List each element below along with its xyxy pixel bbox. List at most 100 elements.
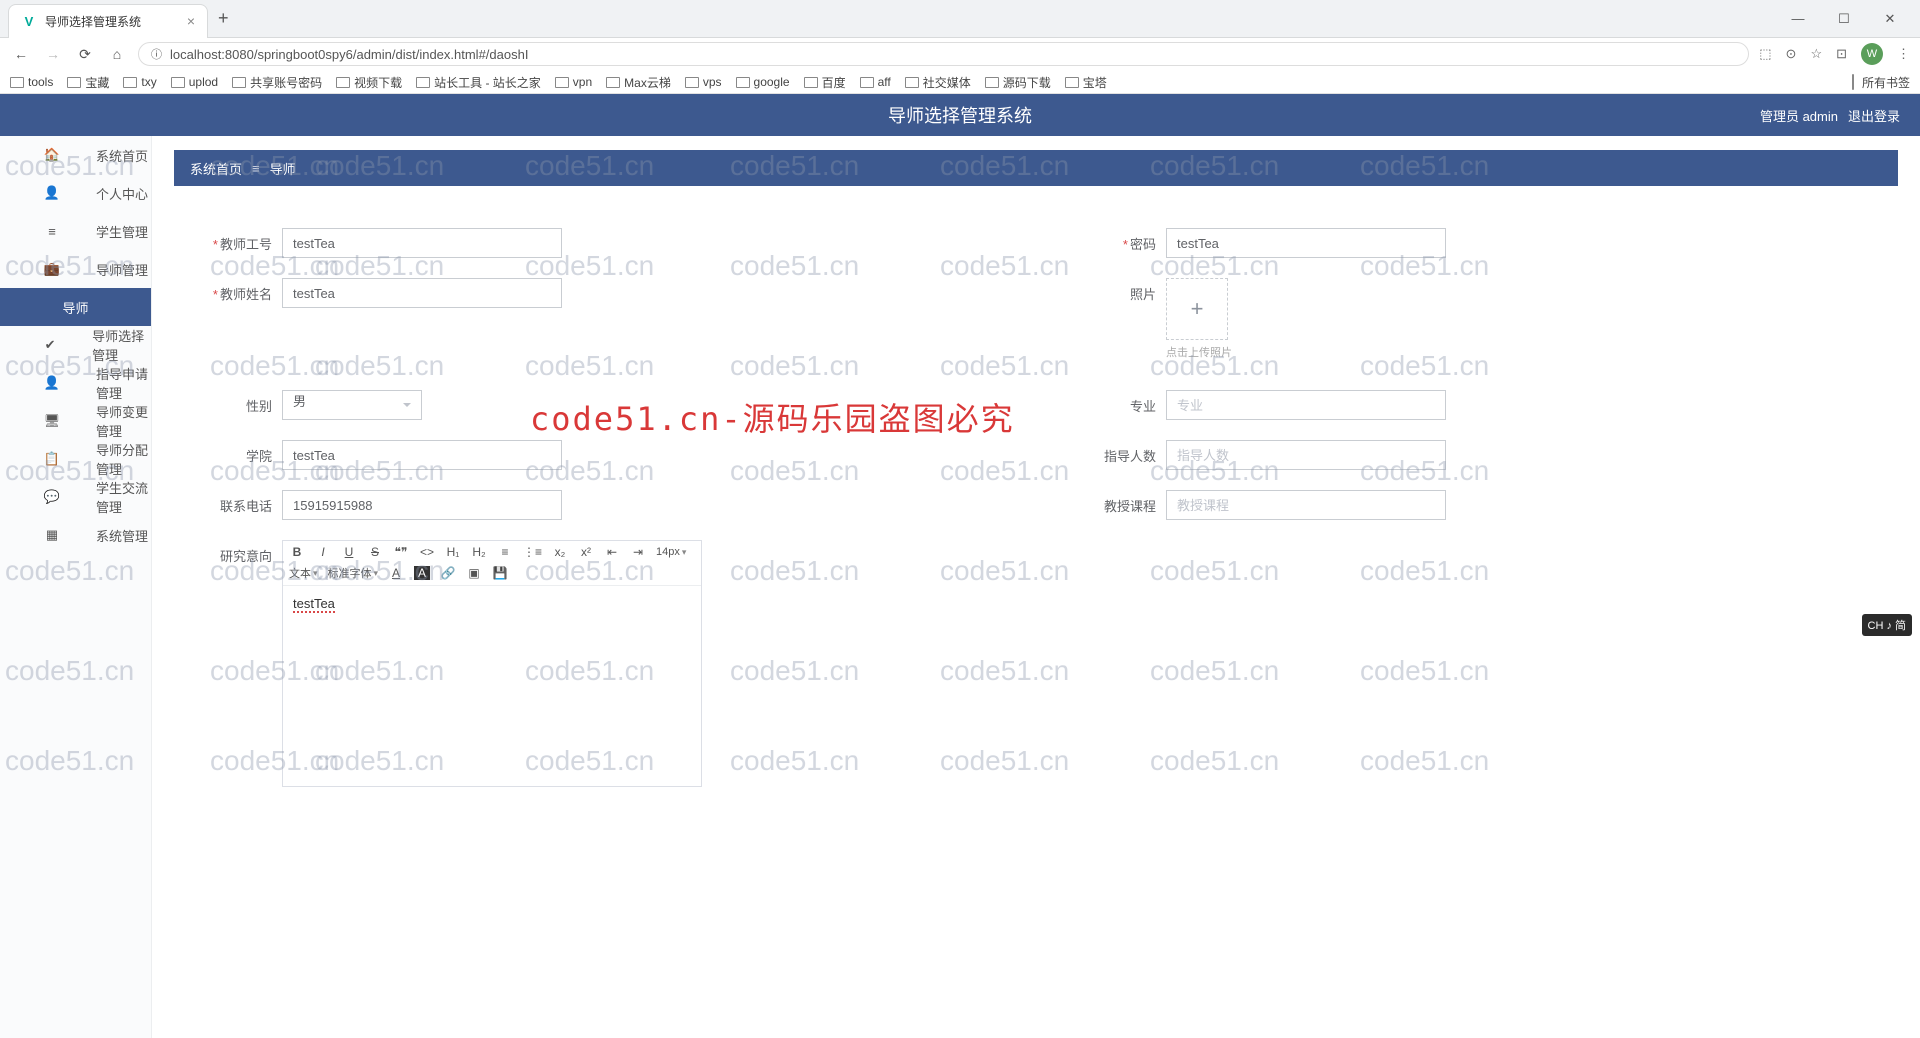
- editor-content[interactable]: testTea: [283, 586, 701, 786]
- sidebar-item-系统首页[interactable]: 🏠 系统首页: [0, 136, 151, 174]
- bookmark-item[interactable]: google: [736, 75, 790, 89]
- sidebar-item-label: 系统首页: [96, 146, 148, 165]
- bookmark-item[interactable]: 百度: [804, 74, 846, 91]
- folder-icon: [905, 77, 919, 88]
- save-icon[interactable]: 💾: [492, 566, 508, 580]
- sidebar-item-导师变更管理[interactable]: 🖥导师变更管理: [0, 402, 151, 440]
- sidebar-item-导师分配管理[interactable]: 📋导师分配管理: [0, 440, 151, 478]
- ul-icon[interactable]: ⋮≡: [523, 545, 542, 559]
- course-input[interactable]: [1166, 490, 1446, 520]
- underline-icon[interactable]: U: [341, 545, 357, 559]
- sub-icon[interactable]: x₂: [552, 545, 568, 559]
- link-icon[interactable]: 🔗: [440, 566, 456, 580]
- quote-icon[interactable]: ❝❞: [393, 545, 409, 559]
- reload-icon[interactable]: ⟳: [74, 43, 96, 65]
- folder-icon: [336, 77, 350, 88]
- bookmark-item[interactable]: 视频下载: [336, 74, 402, 91]
- photo-upload-button[interactable]: +: [1166, 278, 1228, 340]
- grid-icon: ▦: [44, 527, 60, 543]
- breadcrumb-sep-icon: ≡: [252, 161, 260, 176]
- gender-select[interactable]: 男: [282, 390, 422, 420]
- major-input[interactable]: [1166, 390, 1446, 420]
- bookmark-item[interactable]: Max云梯: [606, 74, 671, 91]
- font-color-icon[interactable]: A: [388, 566, 404, 580]
- image-icon[interactable]: ▣: [466, 566, 482, 580]
- sup-icon[interactable]: x²: [578, 545, 594, 559]
- bookmark-item[interactable]: aff: [860, 75, 891, 89]
- close-window-icon[interactable]: ✕: [1876, 11, 1904, 27]
- bookmark-item[interactable]: uplod: [171, 75, 218, 89]
- college-input[interactable]: [282, 440, 562, 470]
- sidebar-item-指导申请管理[interactable]: 👤指导申请管理: [0, 364, 151, 402]
- sidebar-item-导师[interactable]: 导师: [0, 288, 151, 326]
- text-style-select[interactable]: 文本: [289, 565, 318, 581]
- home-icon: 🏠: [44, 147, 60, 163]
- breadcrumb-current: 导师: [270, 159, 296, 178]
- bookmark-item[interactable]: 共享账号密码: [232, 74, 322, 91]
- url-input[interactable]: ⓘ localhost:8080/springboot0spy6/admin/d…: [138, 42, 1749, 66]
- bg-color-icon[interactable]: A: [414, 566, 430, 580]
- sidebar-item-个人中心[interactable]: 👤个人中心: [0, 174, 151, 212]
- home-icon[interactable]: ⌂: [106, 43, 128, 65]
- h2-icon[interactable]: H₂: [471, 545, 487, 559]
- extensions-icon[interactable]: ⊡: [1836, 46, 1847, 62]
- bookmark-item[interactable]: vps: [685, 75, 722, 89]
- italic-icon[interactable]: I: [315, 545, 331, 559]
- bookmark-item[interactable]: 宝藏: [67, 74, 109, 91]
- sidebar-item-导师选择管理[interactable]: ✔导师选择管理: [0, 326, 151, 364]
- sidebar-item-导师管理[interactable]: 💼导师管理: [0, 250, 151, 288]
- bookmark-item[interactable]: 源码下载: [985, 74, 1051, 91]
- label-major: 专业: [1130, 399, 1156, 414]
- sidebar-item-学生管理[interactable]: ≡学生管理: [0, 212, 151, 250]
- bookmark-item[interactable]: tools: [10, 75, 53, 89]
- label-teacher-id: 教师工号: [220, 237, 272, 252]
- minimize-icon[interactable]: —: [1784, 11, 1812, 27]
- breadcrumb-home[interactable]: 系统首页: [190, 159, 242, 178]
- browser-chrome: V 导师选择管理系统 × + — ☐ ✕ ← → ⟳ ⌂ ⓘ localhost…: [0, 0, 1920, 94]
- site-info-icon[interactable]: ⓘ: [151, 46, 162, 62]
- sidebar-item-系统管理[interactable]: ▦系统管理: [0, 516, 151, 554]
- teacher-name-input[interactable]: [282, 278, 562, 308]
- bookmark-item[interactable]: vpn: [555, 75, 592, 89]
- h1-icon[interactable]: H₁: [445, 545, 461, 559]
- qr-icon[interactable]: ⬚: [1759, 46, 1771, 62]
- phone-input[interactable]: [282, 490, 562, 520]
- favicon-icon: V: [21, 13, 37, 29]
- logout-link[interactable]: 退出登录: [1848, 106, 1900, 125]
- indent-right-icon[interactable]: ⇥: [630, 545, 646, 559]
- menu-icon[interactable]: ⋮: [1897, 46, 1910, 62]
- font-family-select[interactable]: 标准字体: [328, 565, 379, 581]
- bookmark-item[interactable]: 站长工具 - 站长之家: [416, 74, 541, 91]
- sidebar-item-label: 导师选择管理: [92, 326, 151, 364]
- current-user-label: 管理员 admin: [1760, 106, 1838, 125]
- forward-icon[interactable]: →: [42, 43, 64, 65]
- all-bookmarks-label[interactable]: 所有书签: [1862, 74, 1910, 91]
- browser-tab[interactable]: V 导师选择管理系统 ×: [8, 4, 208, 38]
- close-tab-icon[interactable]: ×: [187, 13, 195, 29]
- indent-left-icon[interactable]: ⇤: [604, 545, 620, 559]
- profile-avatar[interactable]: W: [1861, 43, 1883, 65]
- folder-icon: [685, 77, 699, 88]
- password-input[interactable]: [1166, 228, 1446, 258]
- new-tab-button[interactable]: +: [208, 8, 239, 29]
- teacher-id-input[interactable]: [282, 228, 562, 258]
- sidebar-item-label: 学生管理: [96, 222, 148, 241]
- app-title: 导师选择管理系统: [888, 102, 1032, 128]
- bookmark-star-icon[interactable]: ☆: [1810, 46, 1822, 62]
- briefcase-icon: 💼: [44, 261, 60, 277]
- bookmark-item[interactable]: 宝塔: [1065, 74, 1107, 91]
- sidebar-item-学生交流管理[interactable]: 💬学生交流管理: [0, 478, 151, 516]
- code-icon[interactable]: <>: [419, 545, 435, 559]
- font-size-select[interactable]: 14px: [656, 546, 686, 558]
- label-quota: 指导人数: [1104, 449, 1156, 464]
- back-icon[interactable]: ←: [10, 43, 32, 65]
- strike-icon[interactable]: S: [367, 545, 383, 559]
- quota-input[interactable]: [1166, 440, 1446, 470]
- tab-title: 导师选择管理系统: [45, 13, 179, 30]
- bold-icon[interactable]: B: [289, 545, 305, 559]
- bookmark-item[interactable]: 社交媒体: [905, 74, 971, 91]
- bookmark-item[interactable]: txy: [123, 75, 156, 89]
- ol-icon[interactable]: ≡: [497, 545, 513, 559]
- maximize-icon[interactable]: ☐: [1830, 11, 1858, 27]
- search-icon[interactable]: ⊙: [1786, 46, 1797, 62]
